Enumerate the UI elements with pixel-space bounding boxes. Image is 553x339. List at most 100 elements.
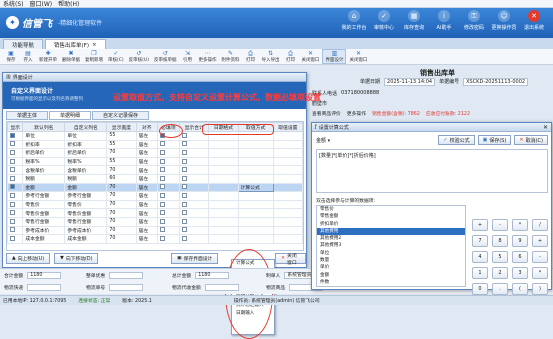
list-item[interactable]: 单价 (317, 264, 465, 271)
cell-required[interactable] (156, 165, 181, 175)
table-row[interactable]: 零售价 零售价 70 居左 (7, 199, 303, 210)
tool-unaudit[interactable]: ↺ 反审核(U) (127, 50, 151, 63)
cell-date-format[interactable] (208, 234, 239, 244)
tool-ref[interactable]: ⇲ 引用 (179, 50, 195, 63)
cell-date-format[interactable] (208, 165, 239, 175)
cell-sum[interactable] (179, 182, 210, 193)
item-list[interactable]: 零售价 零售金额 折扣单价 其他费用 其他费用2 其他费用3 单位 数量 单价 金额 件数 (316, 205, 466, 287)
cell-value-setting[interactable] (272, 165, 303, 175)
cell-width[interactable]: 70 (106, 165, 137, 175)
cell-value-mode[interactable]: 计算公式 (237, 182, 274, 193)
menu-window[interactable]: 窗口(W) (30, 0, 53, 8)
tool-delete[interactable]: ✖ 删除单据 (60, 50, 82, 63)
cell-required[interactable] (156, 156, 181, 167)
tool-design[interactable]: ▥ 界面设计 (322, 49, 347, 64)
column-header[interactable]: 默认列名 (22, 122, 66, 132)
cell-width[interactable]: 70 (106, 225, 137, 236)
tool-save[interactable]: ▣ 保存 (3, 50, 19, 63)
cell-value-mode[interactable] (237, 216, 274, 227)
cell-show[interactable] (7, 208, 24, 218)
required-checkbox[interactable] (159, 201, 165, 207)
subtab-detail[interactable]: 单据明细 (49, 111, 92, 120)
cell-width[interactable]: 55 (106, 131, 137, 141)
cell-value-setting[interactable] (272, 208, 303, 218)
cell-value-mode[interactable] (237, 199, 274, 210)
cell-align[interactable]: 居左 (135, 148, 158, 158)
cell-custom-name[interactable]: 参考成本价 (64, 225, 108, 236)
cell-align[interactable]: 居左 (135, 182, 158, 193)
required-checkbox[interactable] (159, 227, 165, 233)
cell-sum[interactable] (179, 156, 210, 167)
more-link[interactable]: 更多操作 (347, 110, 366, 117)
cell-align[interactable]: 居左 (135, 173, 158, 184)
cell-width[interactable]: 70 (106, 199, 137, 210)
table-row[interactable]: 折扣率 折扣率 55 居左 (7, 139, 303, 150)
cell-date-format[interactable] (208, 156, 239, 167)
close-icon[interactable]: ✕ (543, 124, 548, 131)
required-checkbox[interactable] (159, 235, 165, 241)
save-button[interactable]: ▣ 保存(S) (477, 135, 512, 145)
cell-width[interactable]: 55 (106, 139, 137, 150)
required-checkbox[interactable] (159, 218, 165, 224)
cell-value-setting[interactable] (272, 182, 303, 193)
sum-checkbox[interactable] (182, 132, 188, 138)
topnav-workbench[interactable]: ⌂ 我的工作台 (341, 10, 367, 31)
cell-date-format[interactable] (208, 216, 239, 227)
cell-value-setting[interactable] (272, 199, 303, 210)
cell-value-setting[interactable] (272, 131, 303, 141)
cell-align[interactable]: 居左 (135, 199, 158, 210)
cell-default-name[interactable]: 零售价金额 (22, 208, 66, 218)
tool-import[interactable]: ⇅ 导入导出 (259, 50, 281, 63)
cell-width[interactable]: 60 (106, 173, 137, 184)
cell-value-mode[interactable] (237, 139, 274, 150)
table-row[interactable]: 金额 金额 70 居左 计算公式 (7, 182, 303, 193)
list-item[interactable]: 零售价 (317, 206, 465, 213)
field-value[interactable] (109, 284, 144, 291)
cell-required[interactable] (156, 208, 181, 218)
cell-value-mode[interactable] (237, 208, 274, 218)
topnav-audit[interactable]: ✓ 审核中心 (371, 10, 397, 31)
cell-default-name[interactable]: 折扣率 (22, 139, 66, 150)
contact-value[interactable]: 037180008888 (341, 90, 379, 97)
show-checkbox[interactable] (10, 192, 15, 198)
cell-align[interactable]: 居左 (135, 234, 158, 244)
cell-width[interactable]: 70 (106, 148, 137, 158)
cell-sum[interactable] (179, 234, 210, 244)
keypad-key[interactable]: 6 (512, 251, 528, 263)
keypad-key[interactable]: 0 (472, 283, 488, 295)
cell-show[interactable] (7, 148, 24, 158)
required-checkbox[interactable] (159, 141, 165, 147)
show-checkbox[interactable] (10, 132, 15, 138)
topnav-switch-user[interactable]: ☺ 更换操作员 (491, 10, 517, 31)
cell-show[interactable] (7, 139, 24, 150)
column-header[interactable]: 显示 (7, 122, 24, 132)
table-row[interactable]: 税率% 税率% 55 居左 (7, 156, 303, 167)
keypad-key[interactable]: 9 (512, 235, 528, 247)
topnav-ai[interactable]: i AI助手 (431, 10, 457, 31)
required-checkbox[interactable] (159, 149, 165, 155)
keypad-key[interactable]: 5 (492, 251, 508, 263)
sum-checkbox[interactable] (182, 192, 188, 198)
cell-value-mode[interactable] (237, 225, 274, 236)
cell-value-setting[interactable] (272, 225, 303, 236)
cell-custom-name[interactable]: 金额 (64, 182, 108, 193)
list-item[interactable]: 金额 (317, 272, 465, 279)
cell-default-name[interactable]: 税额 (22, 173, 66, 184)
list-item[interactable]: 其他费用 (317, 227, 465, 236)
cell-required[interactable] (156, 148, 181, 158)
tool-new[interactable]: ✚ 新建开单 (37, 50, 59, 63)
cell-value-setting[interactable] (272, 191, 303, 201)
keypad-key[interactable]: * (512, 219, 528, 231)
cell-value-mode[interactable] (237, 156, 274, 167)
sum-checkbox[interactable] (182, 227, 188, 233)
cell-date-format[interactable] (208, 225, 239, 236)
cell-value-mode[interactable] (237, 191, 274, 201)
cell-default-name[interactable]: 含税单价 (22, 165, 66, 175)
cell-align[interactable]: 居左 (135, 216, 158, 227)
cell-required[interactable] (156, 225, 181, 236)
list-item[interactable]: 其他费用2 (317, 235, 465, 242)
cell-required[interactable] (156, 216, 181, 227)
list-item[interactable]: 零售金额 (317, 213, 465, 220)
column-header[interactable]: 对齐 (135, 122, 158, 132)
table-row[interactable]: 成本金额 成本金额 70 居左 (7, 234, 303, 244)
